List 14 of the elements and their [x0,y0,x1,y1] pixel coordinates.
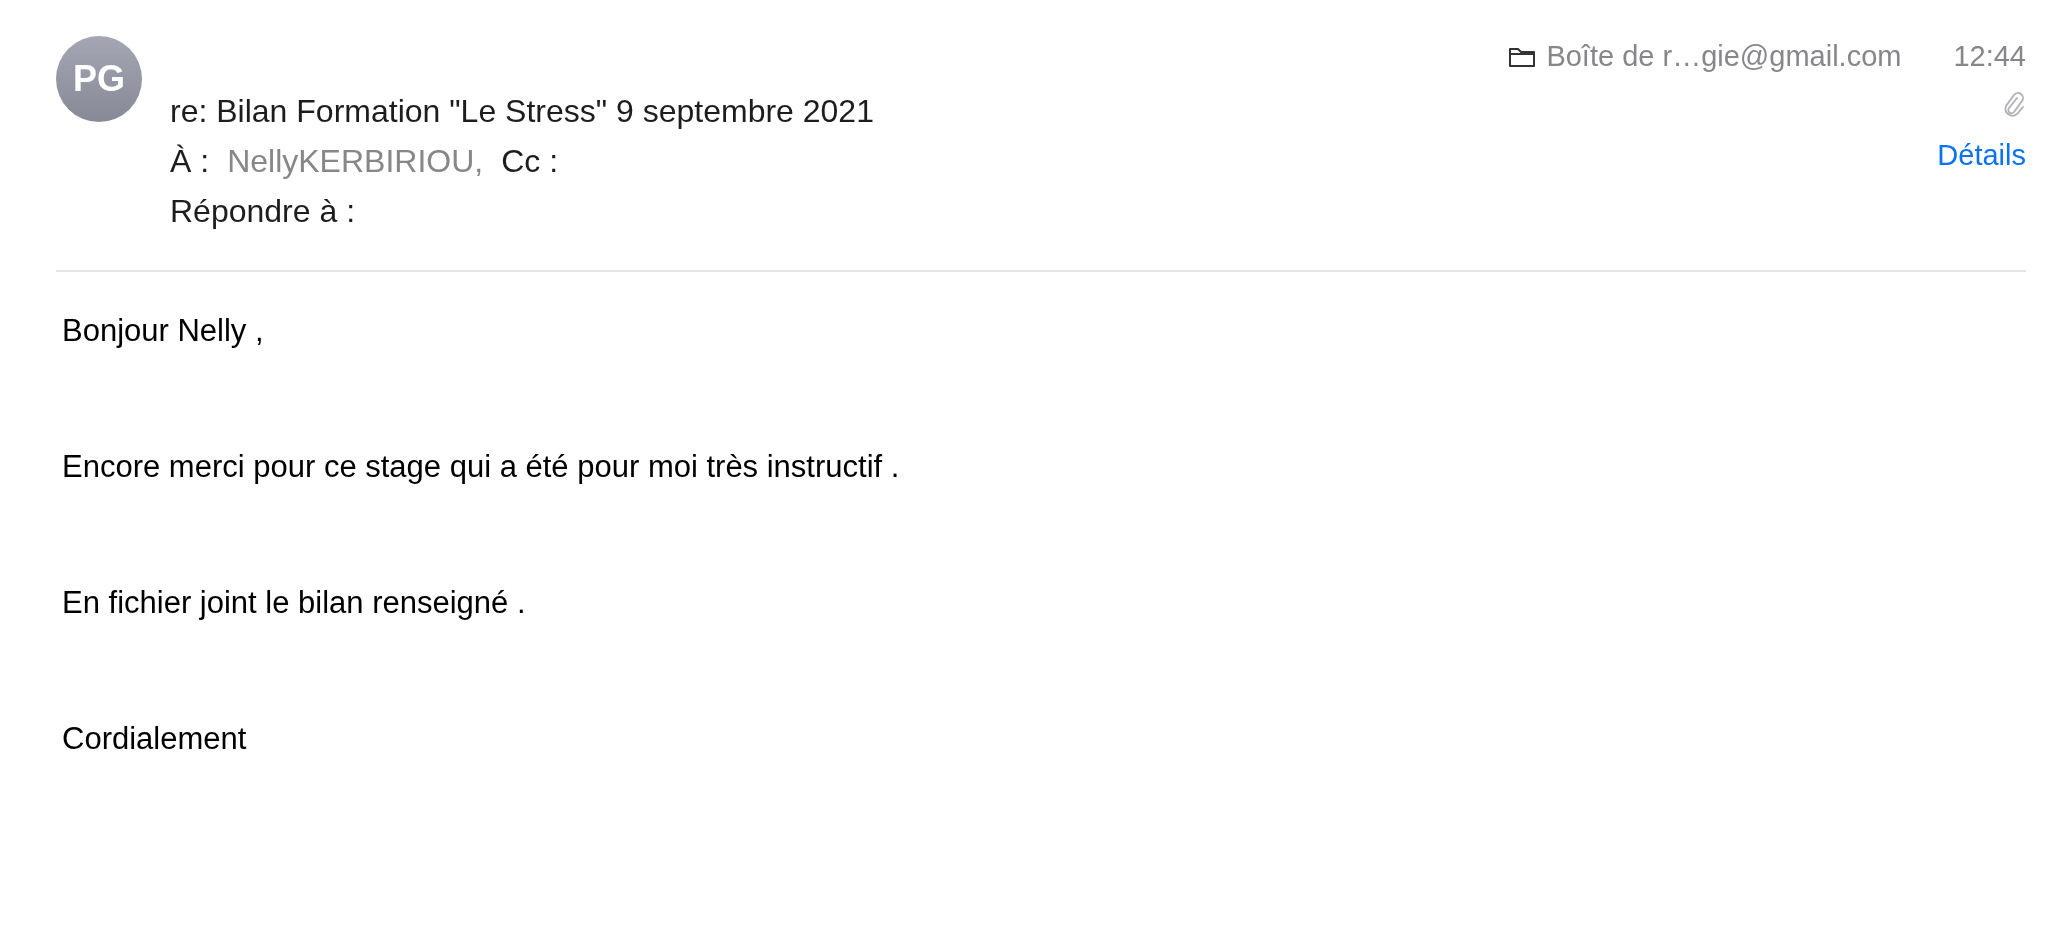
email-time: 12:44 [1953,39,2026,75]
email-subject: re: Bilan Formation "Le Stress" 9 septembre 2021 [170,92,875,131]
body-paragraph: Bonjour Nelly , [62,312,265,350]
recipient-name[interactable]: NellyKERBIRIOU, [227,136,484,186]
avatar: PG [56,36,142,122]
cc-label: Cc : [501,142,559,181]
body-paragraph: Encore merci pour ce stage qui a été pour moi très instructif . [62,448,901,486]
mailbox-name: Boîte de r…gie@gmail.com [1546,39,1902,75]
body-paragraph: En fichier joint le bilan renseigné . [62,584,527,622]
reply-to-label: Répondre à : [170,192,355,231]
folder-icon [1508,46,1537,68]
body-paragraph: Cordialement [62,720,248,758]
to-label: À : [170,142,210,181]
details-link[interactable]: Détails [1937,130,2026,180]
